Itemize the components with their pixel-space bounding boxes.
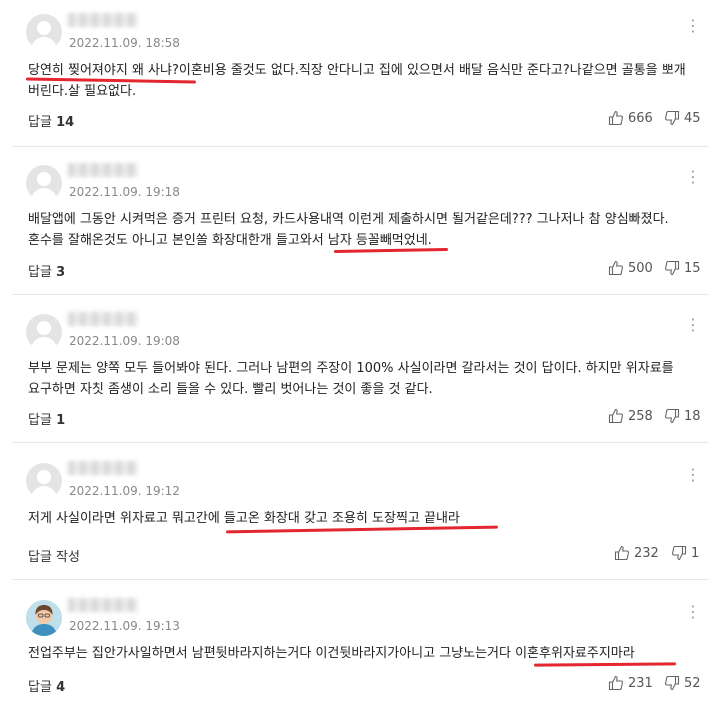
more-options-icon[interactable]: ⋮ <box>685 169 701 185</box>
dislike-button[interactable]: 52 <box>664 675 701 691</box>
author-name-blurred[interactable] <box>68 163 138 177</box>
comment-text: 전업주부는 집안가사일하면서 남편뒷바라지하는거다 이건뒷바라지가아니고 그냥노… <box>28 646 635 661</box>
dislike-count: 15 <box>684 260 701 276</box>
dislike-button[interactable]: 45 <box>664 110 701 126</box>
comment-item: 2022.11.09. 19:12 ⋮ 저게 사실이라면 위자료고 뭐고간에 들… <box>12 443 709 580</box>
comment-item: 2022.11.09. 19:13 ⋮ 전업주부는 집안가사일하면서 남편뒷바라… <box>12 580 709 708</box>
dislike-count: 52 <box>684 675 701 691</box>
dislike-count: 18 <box>684 408 701 424</box>
reply-count: 4 <box>56 680 66 695</box>
default-avatar-icon[interactable] <box>26 14 62 50</box>
comment-list: 2022.11.09. 18:58 ⋮ 당연히 찢어져야지 왜 사냐?이혼비용 … <box>12 0 709 708</box>
more-options-icon[interactable]: ⋮ <box>685 604 701 620</box>
like-count: 231 <box>628 675 653 691</box>
comment-date: 2022.11.09. 18:58 <box>69 36 180 50</box>
reply-label: 답글 <box>28 265 52 280</box>
like-count: 232 <box>634 545 659 561</box>
comment-date: 2022.11.09. 19:08 <box>69 334 180 348</box>
more-options-icon[interactable]: ⋮ <box>685 467 701 483</box>
reply-label: 답글 <box>28 413 52 428</box>
reply-label: 답글 <box>28 680 52 695</box>
comment-text: 저게 사실이라면 위자료고 뭐고간에 들고온 화장대 갖고 조용히 도장찍고 끝… <box>28 511 460 526</box>
reply-button[interactable]: 답글 4 <box>28 676 65 695</box>
reply-count: 1 <box>56 413 66 428</box>
author-name-blurred[interactable] <box>68 13 138 27</box>
author-name-blurred[interactable] <box>68 312 138 326</box>
reply-label: 답글 <box>28 115 52 130</box>
comment-date: 2022.11.09. 19:18 <box>69 185 180 199</box>
dislike-count: 1 <box>691 545 700 561</box>
dislike-button[interactable]: 15 <box>664 260 701 276</box>
default-avatar-icon[interactable] <box>26 314 62 350</box>
like-button[interactable]: 666 <box>608 110 653 126</box>
default-avatar-icon[interactable] <box>26 463 62 499</box>
thumbs-up-icon <box>608 408 623 424</box>
dislike-button[interactable]: 1 <box>671 545 699 561</box>
thumbs-up-icon <box>608 675 623 691</box>
reply-button[interactable]: 답글 14 <box>28 111 74 130</box>
thumbs-down-icon <box>665 260 680 276</box>
highlight-underline <box>333 248 449 253</box>
reply-label: 답글 작성 <box>28 550 80 565</box>
like-count: 500 <box>628 260 653 276</box>
author-name-blurred[interactable] <box>68 598 138 612</box>
reply-button[interactable]: 답글 3 <box>28 261 65 280</box>
person-illustration-icon <box>26 600 62 636</box>
thumbs-down-icon <box>672 545 687 561</box>
like-button[interactable]: 232 <box>614 545 659 561</box>
user-avatar-icon[interactable] <box>26 600 62 636</box>
thumbs-up-icon <box>608 260 623 276</box>
thumbs-down-icon <box>665 675 680 691</box>
highlight-underline <box>533 662 677 667</box>
thumbs-up-icon <box>608 110 623 126</box>
like-count: 258 <box>628 408 653 424</box>
thumbs-down-icon <box>665 408 680 424</box>
like-button[interactable]: 258 <box>608 408 653 424</box>
comment-date: 2022.11.09. 19:13 <box>69 619 180 633</box>
default-avatar-icon[interactable] <box>26 165 62 201</box>
comment-date: 2022.11.09. 19:12 <box>69 484 180 498</box>
thumbs-down-icon <box>665 110 680 126</box>
comment-item: 2022.11.09. 19:18 ⋮ 배달앱에 그동안 시켜먹은 증거 프린터… <box>12 147 709 295</box>
thumbs-up-icon <box>614 545 629 561</box>
reply-button[interactable]: 답글 작성 <box>28 546 80 565</box>
comment-item: 2022.11.09. 19:08 ⋮ 부부 문제는 양쪽 모두 들어봐야 된다… <box>12 295 709 443</box>
comment-text: 배달앱에 그동안 시켜먹은 증거 프린터 요청, 카드사용내역 이런게 제출하시… <box>28 212 669 248</box>
reply-count: 3 <box>56 265 66 280</box>
comment-item: 2022.11.09. 18:58 ⋮ 당연히 찢어져야지 왜 사냐?이혼비용 … <box>12 0 709 147</box>
comment-text: 부부 문제는 양쪽 모두 들어봐야 된다. 그러나 남편의 주장이 100% 사… <box>28 361 674 397</box>
author-name-blurred[interactable] <box>68 461 138 475</box>
dislike-count: 45 <box>684 110 701 126</box>
more-options-icon[interactable]: ⋮ <box>685 317 701 333</box>
like-button[interactable]: 500 <box>608 260 653 276</box>
more-options-icon[interactable]: ⋮ <box>685 18 701 34</box>
reply-count: 14 <box>56 115 75 130</box>
reply-button[interactable]: 답글 1 <box>28 409 65 428</box>
dislike-button[interactable]: 18 <box>664 408 701 424</box>
like-count: 666 <box>628 110 653 126</box>
like-button[interactable]: 231 <box>608 675 653 691</box>
